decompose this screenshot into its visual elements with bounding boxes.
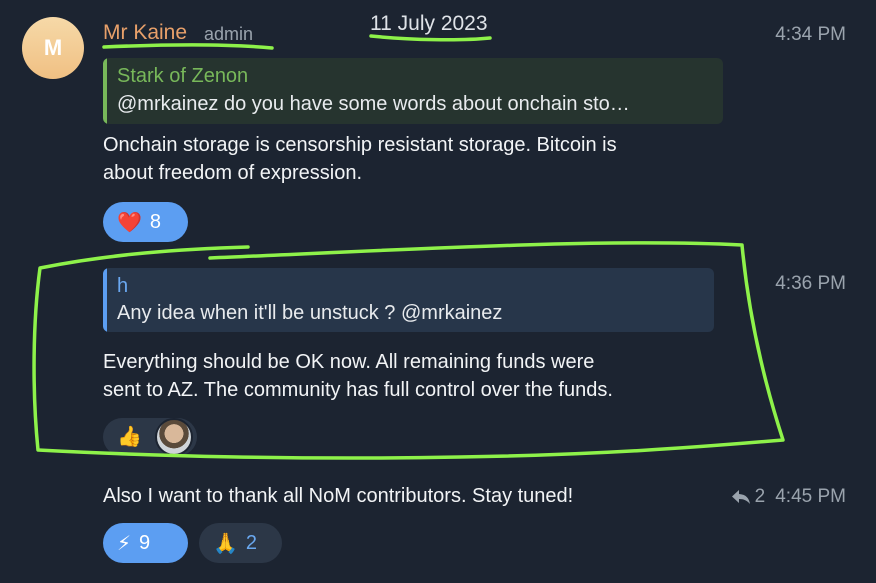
message-line: about freedom of expression. <box>103 162 363 184</box>
message-time: 4:34 PM <box>775 24 846 45</box>
message-text: Onchain storage is censorship resistant … <box>103 131 617 187</box>
reply-author: Stark of Zenon <box>117 65 249 87</box>
reaction-pray[interactable]: 🙏 2 <box>199 523 282 563</box>
message-time: 4:45 PM <box>775 486 846 507</box>
admin-badge: admin <box>204 24 254 44</box>
sender-underline <box>102 43 274 50</box>
reaction-thumbs-up[interactable]: 👍 <box>103 418 197 456</box>
date-separator: 11 July 2023 <box>370 12 488 35</box>
message-line: Onchain storage is censorship resistant … <box>103 134 617 156</box>
avatar[interactable]: M <box>22 17 84 79</box>
heart-icon: ❤️ <box>117 211 142 234</box>
thumbs-up-icon: 👍 <box>117 426 142 448</box>
reply-preview[interactable]: h Any idea when it'll be unstuck ? @mrka… <box>103 268 714 332</box>
reply-text: Any idea when it'll be unstuck ? @mrkain… <box>117 302 503 324</box>
sender-name[interactable]: Mr Kaine <box>103 21 187 45</box>
reply-text: @mrkainez do you have some words about o… <box>117 93 630 115</box>
reply-author: h <box>117 275 129 297</box>
pray-icon: 🙏 <box>213 532 238 555</box>
reaction-count: 8 <box>149 210 162 233</box>
reply-preview[interactable]: Stark of Zenon @mrkainez do you have som… <box>103 58 723 124</box>
reaction-count: 2 <box>245 531 258 554</box>
date-underline <box>369 34 492 42</box>
message-line: Everything should be OK now. All remaini… <box>103 351 595 373</box>
reply-accent-bar <box>103 268 107 332</box>
message-text: Also I want to thank all NoM contributor… <box>103 485 574 507</box>
reaction-lightning[interactable]: ⚡ 9 <box>103 523 188 563</box>
reaction-count: 9 <box>139 531 151 554</box>
message-text: Everything should be OK now. All remaini… <box>103 348 613 404</box>
message-time: 4:36 PM <box>775 273 846 294</box>
reactor-avatar <box>155 418 193 456</box>
reply-count: 2 <box>754 486 766 507</box>
reply-arrow-icon <box>731 490 750 504</box>
reply-accent-bar <box>103 58 107 124</box>
lightning-icon: ⚡ <box>117 532 132 555</box>
message-meta[interactable]: 2 4:45 PM <box>731 486 846 508</box>
reaction-heart[interactable]: ❤️ 8 <box>103 202 188 242</box>
message-line: sent to AZ. The community has full contr… <box>103 379 613 401</box>
